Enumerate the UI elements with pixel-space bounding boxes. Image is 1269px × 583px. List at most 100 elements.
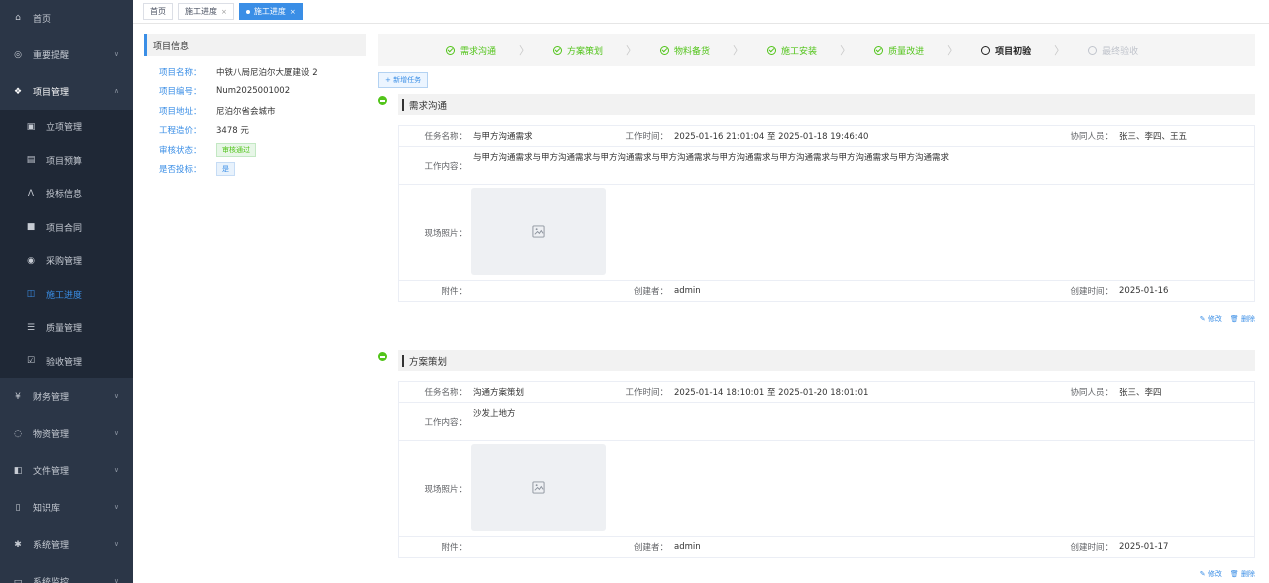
sidebar-item-acceptance[interactable]: ☑ 验收管理 bbox=[0, 345, 133, 379]
sidebar-item-monitor[interactable]: ▭ 系统监控 ∨ bbox=[0, 563, 133, 583]
collaborators: 张三、李四 bbox=[1119, 388, 1162, 398]
field-label: 工作时间： bbox=[625, 132, 668, 142]
field-label: 创建时间： bbox=[1070, 543, 1113, 553]
step-requirements[interactable]: 需求沟通 bbox=[446, 44, 496, 57]
sidebar-item-knowledge[interactable]: ▯ 知识库 ∨ bbox=[0, 489, 133, 526]
step-label: 物料备货 bbox=[674, 46, 711, 57]
sidebar-item-finance[interactable]: ¥ 财务管理 ∨ bbox=[0, 378, 133, 415]
close-icon[interactable]: × bbox=[290, 8, 296, 16]
field-label: 创建者： bbox=[633, 543, 668, 553]
delete-button[interactable]: 🗑 删除 bbox=[1230, 569, 1255, 579]
sidebar-item-label: 项目合同 bbox=[46, 223, 83, 234]
sidebar-item-label: 施工进度 bbox=[46, 290, 83, 301]
detail-row: 现场照片： bbox=[399, 441, 1254, 537]
sidebar-item-quality[interactable]: ☰ 质量管理 bbox=[0, 311, 133, 345]
trash-icon: 🗑 bbox=[1229, 570, 1241, 578]
task-detail: 任务名称： 与甲方沟通需求 工作时间： 2025-01-16 21:01:04 … bbox=[398, 125, 1255, 302]
tab-progress-active[interactable]: 施工进度 × bbox=[238, 3, 303, 20]
sidebar-item-home[interactable]: ⌂ 首页 bbox=[0, 0, 133, 36]
photo-placeholder[interactable] bbox=[471, 188, 606, 275]
sidebar-item-label: 投标信息 bbox=[46, 190, 83, 201]
chevron-down-icon: ∨ bbox=[113, 392, 119, 400]
step-initial-acceptance[interactable]: 项目初验 bbox=[981, 44, 1031, 57]
check-circle-icon bbox=[874, 45, 884, 55]
check-circle-icon bbox=[660, 45, 670, 55]
detail-row: 工作内容： 与甲方沟通需求与甲方沟通需求与甲方沟通需求与甲方沟通需求与甲方沟通需… bbox=[399, 147, 1254, 185]
progress-steps: 需求沟通 〉 方案策划 〉 物料备货 〉 施工安装 〉 质量改进 〉 项目初验 … bbox=[378, 34, 1255, 66]
bell-icon: ◎ bbox=[14, 49, 22, 60]
sidebar-item-files[interactable]: ◧ 文件管理 ∨ bbox=[0, 452, 133, 489]
bid-badge: 是 bbox=[216, 162, 235, 177]
field-label: 现场照片： bbox=[424, 228, 467, 239]
field-label: 创建者： bbox=[633, 287, 668, 297]
sidebar-item-label: 立项管理 bbox=[46, 123, 83, 134]
task-detail: 任务名称： 沟通方案策划 工作时间： 2025-01-14 18:10:01 至… bbox=[398, 381, 1255, 558]
section-collapse-icon[interactable] bbox=[378, 352, 387, 361]
purchase-icon: ◉ bbox=[27, 255, 35, 266]
chevron-right-icon: 〉 bbox=[840, 44, 852, 57]
tab-home[interactable]: 首页 bbox=[143, 3, 173, 20]
sidebar-item-approval[interactable]: ▣ 立项管理 bbox=[0, 110, 133, 144]
step-final-acceptance[interactable]: 最终验收 bbox=[1088, 44, 1138, 57]
project-info-title: 项目信息 bbox=[144, 34, 366, 56]
field-label: 工作内容： bbox=[424, 417, 467, 428]
edit-button[interactable]: ✎ 修改 bbox=[1200, 569, 1222, 579]
check-circle-icon bbox=[767, 45, 777, 55]
section-title: 需求沟通 bbox=[409, 100, 448, 112]
task-name: 与甲方沟通需求 bbox=[473, 132, 533, 142]
delete-button[interactable]: 🗑 删除 bbox=[1230, 314, 1255, 324]
chevron-right-icon: 〉 bbox=[947, 44, 959, 57]
section-bar bbox=[402, 354, 404, 367]
edit-button[interactable]: ✎ 修改 bbox=[1200, 314, 1222, 324]
sidebar-item-purchase[interactable]: ◉ 采购管理 bbox=[0, 244, 133, 278]
section-bar bbox=[402, 98, 404, 111]
step-label: 施工安装 bbox=[781, 46, 818, 57]
created-date: 2025-01-17 bbox=[1119, 542, 1169, 552]
attachment[interactable] bbox=[471, 537, 596, 557]
chevron-right-icon: 〉 bbox=[626, 44, 638, 57]
chevron-down-icon: ∨ bbox=[113, 540, 119, 548]
info-key: 审核状态： bbox=[159, 145, 202, 156]
project-icon: ❖ bbox=[13, 86, 23, 97]
attachment[interactable] bbox=[471, 281, 596, 301]
field-label: 工作时间： bbox=[625, 388, 668, 398]
edit-label: 修改 bbox=[1207, 315, 1222, 323]
info-key: 是否投标： bbox=[159, 165, 202, 176]
sidebar-item-label: 质量管理 bbox=[46, 324, 83, 335]
tab-label: 施工进度 bbox=[185, 7, 217, 16]
sidebar-item-contract[interactable]: ■ 项目合同 bbox=[0, 211, 133, 245]
sidebar-item-budget[interactable]: ▤ 项目预算 bbox=[0, 144, 133, 178]
sidebar-item-project-management[interactable]: ❖ 项目管理 ∧ bbox=[0, 73, 133, 110]
chevron-down-icon: ∨ bbox=[113, 503, 119, 511]
info-row: 是否投标： 是 bbox=[144, 160, 366, 180]
info-value: 尼泊尔省会城市 bbox=[216, 106, 276, 117]
add-task-button[interactable]: + 新增任务 bbox=[378, 72, 429, 88]
sidebar-item-reminders[interactable]: ◎ 重要提醒 ∨ bbox=[0, 36, 133, 73]
sidebar-item-progress[interactable]: ◫ 施工进度 bbox=[0, 278, 133, 312]
step-quality[interactable]: 质量改进 bbox=[874, 44, 924, 57]
sidebar-item-label: 项目管理 bbox=[33, 88, 70, 98]
step-installation[interactable]: 施工安装 bbox=[767, 44, 817, 57]
close-icon[interactable]: × bbox=[221, 8, 227, 16]
step-label: 质量改进 bbox=[888, 46, 925, 57]
field-label: 附件： bbox=[441, 287, 467, 297]
step-planning[interactable]: 方案策划 bbox=[553, 44, 603, 57]
sidebar-item-label: 重要提醒 bbox=[33, 51, 70, 61]
section-collapse-icon[interactable] bbox=[378, 96, 387, 105]
info-row: 项目编号： Num2025001002 bbox=[144, 82, 366, 102]
sidebar-item-bid[interactable]: ᐱ 投标信息 bbox=[0, 177, 133, 211]
tab-progress[interactable]: 施工进度 × bbox=[178, 3, 234, 20]
sidebar-item-system[interactable]: ✱ 系统管理 ∨ bbox=[0, 526, 133, 563]
photo-placeholder[interactable] bbox=[471, 444, 606, 531]
sidebar-item-materials[interactable]: ◌ 物资管理 ∨ bbox=[0, 415, 133, 452]
step-label: 项目初验 bbox=[995, 46, 1032, 57]
sidebar-item-label: 采购管理 bbox=[46, 257, 83, 268]
step-materials[interactable]: 物料备货 bbox=[660, 44, 710, 57]
project-info-panel: 项目信息 项目名称： 中铁八局尼泊尔大厦建设 2 项目编号： Num202500… bbox=[144, 34, 366, 179]
sidebar-item-label: 财务管理 bbox=[33, 393, 70, 403]
chevron-down-icon: ∨ bbox=[113, 577, 119, 583]
chevron-right-icon: 〉 bbox=[1054, 44, 1066, 57]
work-content: 与甲方沟通需求与甲方沟通需求与甲方沟通需求与甲方沟通需求与甲方沟通需求与甲方沟通… bbox=[473, 153, 950, 163]
step-label: 需求沟通 bbox=[460, 46, 497, 57]
edit-icon: ✎ bbox=[1199, 570, 1208, 578]
